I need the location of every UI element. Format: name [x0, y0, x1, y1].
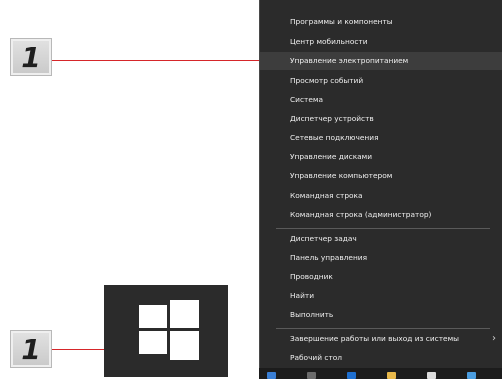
menu-item-system[interactable]: Система [260, 91, 502, 109]
menu-item-command-prompt-admin[interactable]: Командная строка (администратор) [260, 206, 502, 224]
context-menu: Программы и компоненты Центр мобильности… [259, 0, 502, 379]
menu-separator [276, 328, 490, 329]
menu-separator [276, 228, 490, 229]
callout-number: 1 [21, 40, 41, 74]
callout-badge-top: 1 [10, 38, 52, 76]
taskbar [259, 368, 502, 379]
start-icon[interactable] [267, 372, 276, 379]
menu-item-network-connections[interactable]: Сетевые подключения [260, 129, 502, 147]
task-view-icon[interactable] [307, 372, 316, 379]
callout-line-top [52, 60, 280, 61]
menu-item-device-manager[interactable]: Диспетчер устройств [260, 110, 502, 128]
callout-badge-bottom: 1 [10, 330, 52, 368]
menu-item-run[interactable]: Выполнить [260, 306, 502, 324]
callout-number: 1 [21, 332, 41, 366]
mail-icon[interactable] [467, 372, 476, 379]
menu-item-search[interactable]: Найти [260, 287, 502, 305]
menu-item-label: Завершение работы или выход из системы [290, 334, 459, 343]
menu-item-shutdown-signout[interactable]: Завершение работы или выход из системы › [260, 330, 502, 348]
menu-item-disk-management[interactable]: Управление дисками [260, 148, 502, 166]
browser-icon[interactable] [347, 372, 356, 379]
menu-item-programs[interactable]: Программы и компоненты [260, 13, 502, 31]
menu-item-control-panel[interactable]: Панель управления [260, 249, 502, 267]
menu-item-event-viewer[interactable]: Просмотр событий [260, 72, 502, 90]
menu-item-desktop[interactable]: Рабочий стол [260, 349, 502, 367]
chevron-right-icon: › [492, 333, 496, 344]
menu-item-mobility-center[interactable]: Центр мобильности [260, 33, 502, 51]
start-button[interactable] [104, 285, 228, 377]
menu-item-command-prompt[interactable]: Командная строка [260, 187, 502, 205]
menu-item-power-options[interactable]: Управление электропитанием [260, 52, 502, 70]
store-icon[interactable] [427, 372, 436, 379]
menu-item-file-explorer[interactable]: Проводник [260, 268, 502, 286]
menu-item-task-manager[interactable]: Диспетчер задач [260, 230, 502, 248]
windows-logo-icon [139, 300, 199, 360]
menu-item-computer-management[interactable]: Управление компьютером [260, 167, 502, 185]
folder-icon[interactable] [387, 372, 396, 379]
